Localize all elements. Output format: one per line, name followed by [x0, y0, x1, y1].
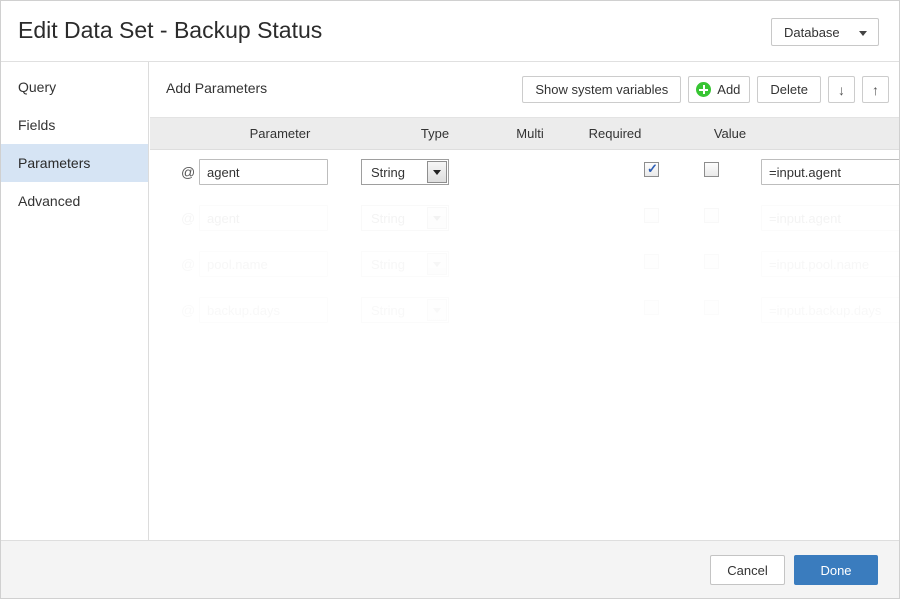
panel-header: Add Parameters Show system variables Add…	[150, 62, 899, 118]
plus-circle-icon	[696, 82, 711, 97]
sidebar-item-query[interactable]: Query	[1, 68, 148, 106]
parameter-value-input	[761, 297, 900, 323]
datasource-label: Database	[784, 25, 840, 40]
multi-checkbox	[644, 208, 659, 223]
table-row-ghost: @ String Insert	[150, 196, 899, 242]
multi-checkbox	[644, 254, 659, 269]
sidebar-item-label: Parameters	[18, 155, 90, 171]
move-down-button[interactable]: ↓	[828, 76, 855, 103]
cancel-button[interactable]: Cancel	[710, 555, 785, 585]
chevron-down-icon	[427, 207, 447, 229]
parameter-type-select: String	[361, 251, 449, 277]
parameter-type-value: String	[371, 211, 405, 226]
done-label: Done	[820, 563, 851, 578]
parameter-name-input	[199, 205, 328, 231]
show-system-variables-label: Show system variables	[535, 82, 668, 97]
sidebar-item-advanced[interactable]: Advanced	[1, 182, 148, 220]
footer-buttons: Cancel Done	[710, 555, 878, 585]
page-title: Edit Data Set - Backup Status	[18, 17, 322, 44]
table-row-ghost: @ String Insert	[150, 288, 899, 334]
arrow-down-icon: ↓	[838, 82, 845, 98]
delete-label: Delete	[770, 82, 808, 97]
parameter-type-value: String	[371, 165, 405, 180]
parameters-table-body: @ String ✓ Insert @	[150, 150, 899, 539]
add-parameter-button[interactable]: Add	[688, 76, 750, 103]
chevron-down-icon	[427, 299, 447, 321]
delete-parameter-button[interactable]: Delete	[757, 76, 821, 103]
required-checkbox	[704, 208, 719, 223]
check-icon: ✓	[647, 161, 658, 176]
column-header-multi: Multi	[495, 126, 565, 141]
sidebar-item-label: Query	[18, 79, 56, 95]
datasource-dropdown[interactable]: Database	[771, 18, 879, 46]
column-header-required: Required	[570, 126, 660, 141]
parameters-toolbar: Show system variables Add Delete ↓ ↑	[522, 76, 889, 103]
sidebar-item-label: Fields	[18, 117, 55, 133]
parameter-name-input	[199, 251, 328, 277]
chevron-down-icon	[427, 161, 447, 183]
parameter-value-input[interactable]	[761, 159, 900, 185]
parameter-type-select: String	[361, 297, 449, 323]
sidebar-item-label: Advanced	[18, 193, 80, 209]
done-button[interactable]: Done	[794, 555, 878, 585]
parameter-name-input[interactable]	[199, 159, 328, 185]
dialog-sidebar: Query Fields Parameters Advanced	[1, 62, 149, 540]
at-symbol-icon: @	[181, 164, 195, 180]
arrow-up-icon: ↑	[872, 82, 879, 98]
chevron-down-icon	[427, 253, 447, 275]
column-header-parameter: Parameter	[190, 126, 370, 141]
cancel-label: Cancel	[727, 563, 767, 578]
parameter-type-value: String	[371, 257, 405, 272]
parameter-value-input	[761, 205, 900, 231]
parameter-value-input	[761, 251, 900, 277]
required-checkbox[interactable]	[704, 162, 719, 177]
multi-checkbox[interactable]: ✓	[644, 162, 659, 177]
parameter-type-value: String	[371, 303, 405, 318]
show-system-variables-button[interactable]: Show system variables	[522, 76, 681, 103]
required-checkbox	[704, 254, 719, 269]
parameters-panel: Add Parameters Show system variables Add…	[150, 62, 899, 540]
table-row: @ String ✓ Insert	[150, 150, 899, 196]
required-checkbox	[704, 300, 719, 315]
at-symbol-icon: @	[181, 302, 195, 318]
parameter-type-select[interactable]: String	[361, 159, 449, 185]
dialog-titlebar: Edit Data Set - Backup Status Database	[1, 1, 899, 62]
at-symbol-icon: @	[181, 210, 195, 226]
multi-checkbox	[644, 300, 659, 315]
column-header-value: Value	[670, 126, 790, 141]
parameter-name-input	[199, 297, 328, 323]
move-up-button[interactable]: ↑	[862, 76, 889, 103]
add-label: Add	[717, 82, 740, 97]
chevron-down-icon	[859, 31, 867, 36]
at-symbol-icon: @	[181, 256, 195, 272]
column-header-type: Type	[380, 126, 490, 141]
parameters-table-header: Parameter Type Multi Required Value	[150, 118, 899, 150]
table-row-ghost: @ String Insert	[150, 242, 899, 288]
dialog-footer: Cancel Done	[1, 540, 899, 598]
section-title: Add Parameters	[166, 80, 267, 96]
edit-data-set-dialog: Edit Data Set - Backup Status Database Q…	[0, 0, 900, 599]
sidebar-item-fields[interactable]: Fields	[1, 106, 148, 144]
parameter-type-select: String	[361, 205, 449, 231]
sidebar-item-parameters[interactable]: Parameters	[1, 144, 148, 182]
